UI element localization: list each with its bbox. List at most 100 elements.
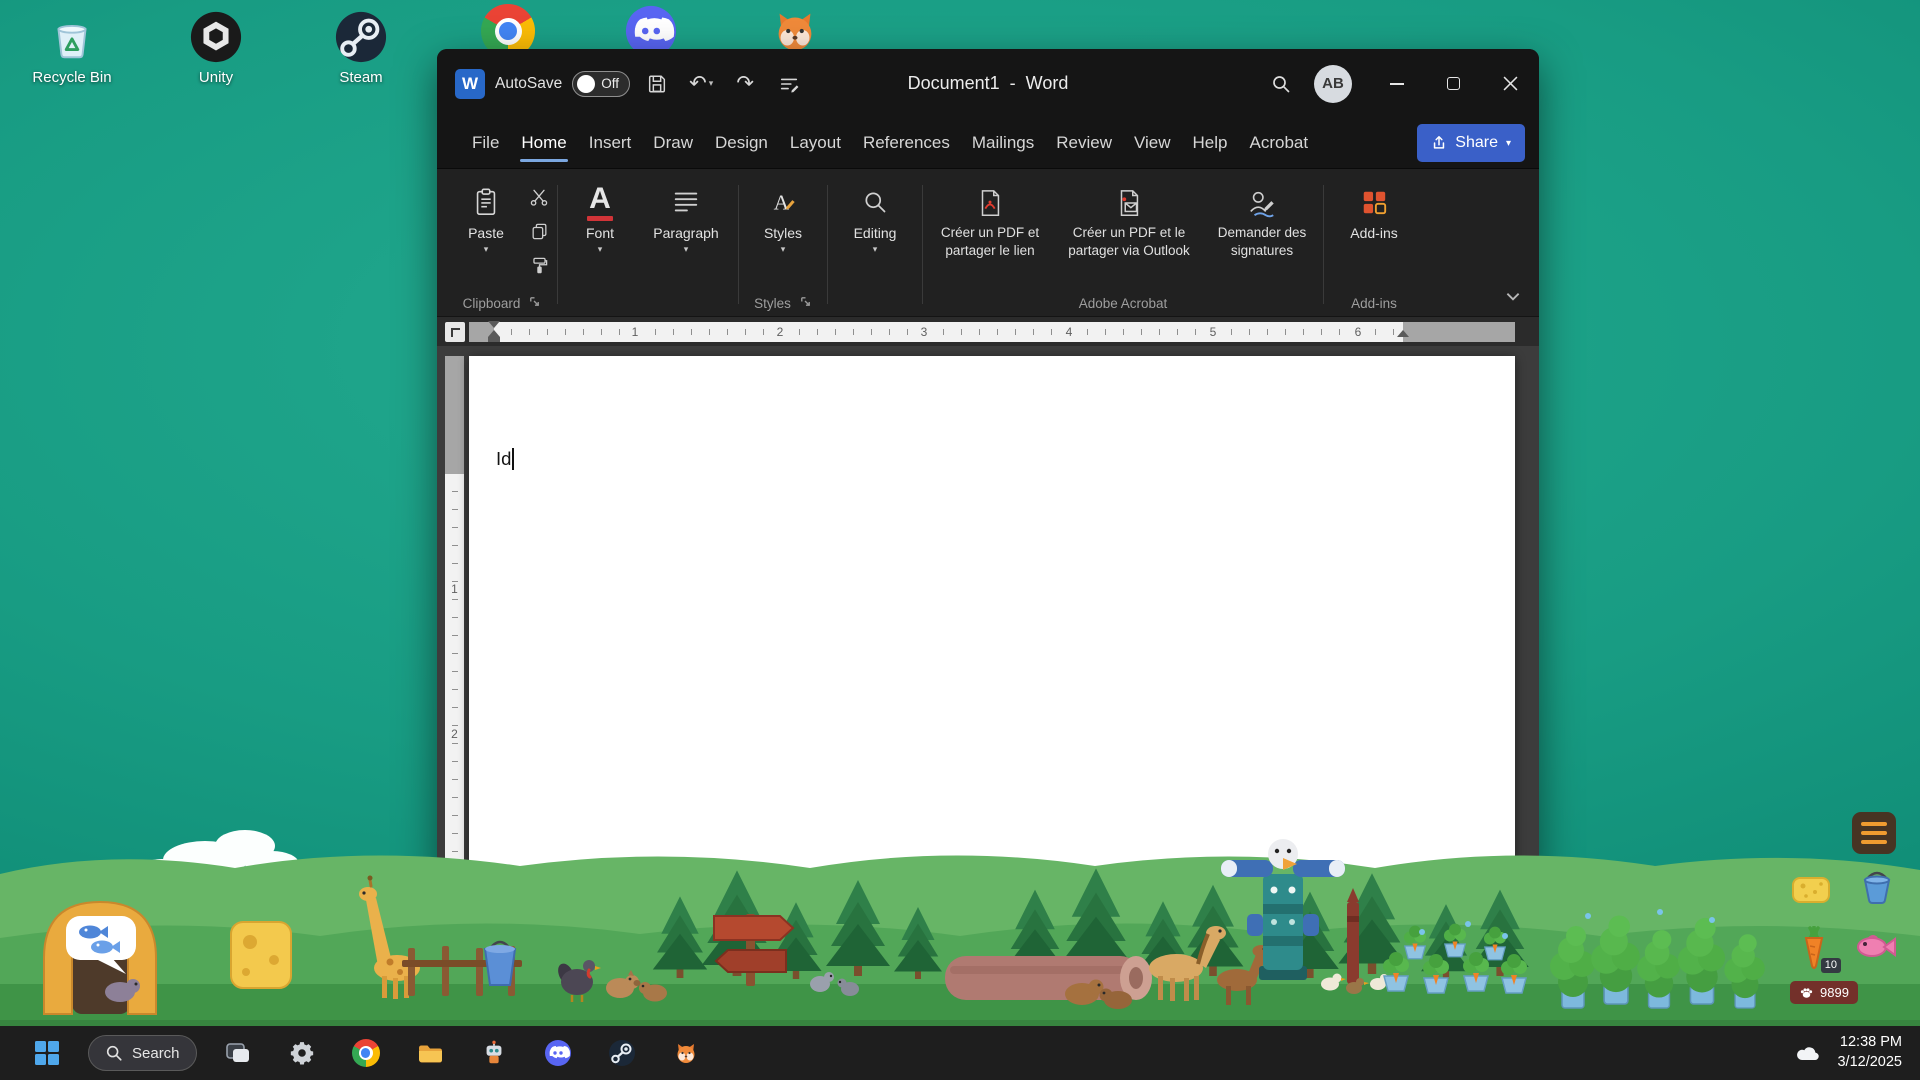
cut-button[interactable] (525, 183, 553, 211)
chevron-down-icon (1506, 292, 1520, 301)
redo-button[interactable]: ↷ (728, 67, 762, 101)
paragraph-group-button[interactable]: Paragraph ▾ (638, 175, 734, 255)
svg-text:A: A (774, 190, 790, 214)
signature-icon (1247, 185, 1277, 221)
tab-help[interactable]: Help (1182, 118, 1239, 168)
tab-design[interactable]: Design (704, 118, 779, 168)
copy-icon (530, 222, 549, 241)
share-icon (1431, 135, 1447, 151)
tab-acrobat[interactable]: Acrobat (1239, 118, 1320, 168)
addins-group: Add-ins Add-ins (1328, 175, 1420, 316)
log (945, 956, 1152, 1000)
tab-view[interactable]: View (1123, 118, 1182, 168)
editing-group-button[interactable]: Editing ▾ (832, 175, 918, 255)
create-pdf-outlook-button[interactable]: Créer un PDF et le partager via Outlook (1053, 175, 1205, 259)
fox-icon (672, 1039, 700, 1067)
desktop-icon-unity[interactable]: Unity (172, 10, 260, 86)
tab-layout[interactable]: Layout (779, 118, 852, 168)
chevron-down-icon: ▾ (781, 244, 786, 255)
tab-references[interactable]: References (852, 118, 961, 168)
carrot-item-button[interactable]: 10 (1793, 925, 1835, 971)
app-icon-fox[interactable] (663, 1030, 709, 1076)
horizontal-ruler: 1 2 3 4 5 6 (469, 322, 1515, 342)
ruler-bar: 1 2 3 4 5 6 (437, 316, 1539, 346)
font-group-button[interactable]: A Font ▾ (562, 175, 638, 255)
tab-insert[interactable]: Insert (578, 118, 643, 168)
bucket-icon (1857, 866, 1897, 906)
desktop-icon-recycle-bin[interactable]: Recycle Bin (28, 10, 116, 86)
weather-tray-icon[interactable] (1791, 1030, 1825, 1076)
group-divider (827, 185, 828, 304)
maximize-button[interactable] (1425, 49, 1482, 118)
paragraph-group: Paragraph ▾ (638, 175, 734, 316)
minimize-icon (1390, 83, 1404, 85)
undo-button[interactable]: ↶▾ (684, 67, 718, 101)
word-app-icon[interactable]: W (455, 69, 485, 99)
ruler-number: 2 (445, 727, 464, 741)
tab-home[interactable]: Home (510, 118, 577, 168)
left-indent-marker[interactable] (488, 337, 500, 342)
taskbar-search[interactable]: Search (88, 1035, 197, 1071)
autosave-toggle[interactable]: Off (572, 71, 630, 97)
request-signatures-button[interactable]: Demander des signatures (1205, 175, 1319, 259)
share-button[interactable]: Share ▾ (1417, 124, 1525, 162)
fence (402, 946, 522, 996)
document-page[interactable]: Id (469, 356, 1515, 879)
collapse-ribbon-button[interactable] (1501, 286, 1525, 306)
app-icon-settings[interactable] (279, 1030, 325, 1076)
app-icon-steam[interactable] (599, 1030, 645, 1076)
sponge-item-button[interactable] (1790, 871, 1832, 907)
first-line-indent-marker[interactable] (488, 321, 500, 328)
font-group: A Font ▾ (562, 175, 638, 316)
tab-draw[interactable]: Draw (642, 118, 704, 168)
chevron-down-icon: ▾ (709, 78, 714, 89)
bucket-item-button[interactable] (1856, 865, 1898, 907)
create-pdf-share-link-button[interactable]: Créer un PDF et partager le lien (927, 175, 1053, 259)
taskbar-clock[interactable]: 12:38 PM 3/12/2025 (1837, 1033, 1902, 1072)
cheese-block (231, 922, 291, 988)
customize-quick-access-button[interactable] (772, 67, 806, 101)
save-icon (646, 73, 668, 95)
paste-button[interactable]: Paste ▾ (451, 175, 521, 255)
account-avatar[interactable]: AB (1314, 65, 1352, 103)
styles-dialog-launcher[interactable] (799, 295, 812, 311)
addins-label: Add-ins (1350, 225, 1397, 241)
app-icon-task-view[interactable] (215, 1030, 261, 1076)
minimize-button[interactable] (1368, 49, 1425, 118)
save-button[interactable] (640, 67, 674, 101)
styles-group-button[interactable]: A Styles ▾ (743, 175, 823, 255)
document-area: 1 2 Id (437, 346, 1539, 879)
fish-item-button[interactable] (1852, 929, 1898, 963)
customize-toolbar-icon (778, 73, 800, 95)
copy-button[interactable] (525, 217, 553, 245)
ruler-number: 2 (772, 325, 788, 339)
group-divider (557, 185, 558, 304)
font-label: Font (586, 225, 614, 241)
close-button[interactable] (1482, 49, 1539, 118)
red-pole (1347, 888, 1359, 984)
search-button[interactable] (1264, 67, 1298, 101)
cloud-icon (1795, 1044, 1821, 1063)
app-icon-file-explorer[interactable] (407, 1030, 453, 1076)
right-indent-marker[interactable] (1397, 330, 1409, 337)
clipboard-dialog-launcher[interactable] (528, 295, 541, 311)
format-painter-button[interactable] (525, 251, 553, 279)
desktop-icon-label: Steam (339, 69, 382, 86)
word-window: W AutoSave Off ↶▾ ↷ (437, 49, 1539, 879)
text-cursor (512, 448, 514, 470)
desktop-icon-steam[interactable]: Steam (317, 10, 405, 86)
tab-selector[interactable] (445, 322, 465, 342)
app-icon-discord[interactable] (535, 1030, 581, 1076)
addins-button[interactable]: Add-ins (1328, 175, 1420, 241)
tab-review[interactable]: Review (1045, 118, 1123, 168)
create-pdf-share-link-label: Créer un PDF et partager le lien (927, 224, 1053, 259)
tab-mailings[interactable]: Mailings (961, 118, 1045, 168)
carrot-count-badge: 10 (1821, 958, 1841, 973)
start-button[interactable] (24, 1030, 70, 1076)
tab-file[interactable]: File (461, 118, 510, 168)
hanging-indent-marker[interactable] (488, 330, 500, 337)
app-icon-robot-game[interactable] (471, 1030, 517, 1076)
game-menu-button[interactable] (1852, 812, 1896, 854)
autosave-toggle-knob (577, 75, 595, 93)
app-icon-chrome[interactable] (343, 1030, 389, 1076)
